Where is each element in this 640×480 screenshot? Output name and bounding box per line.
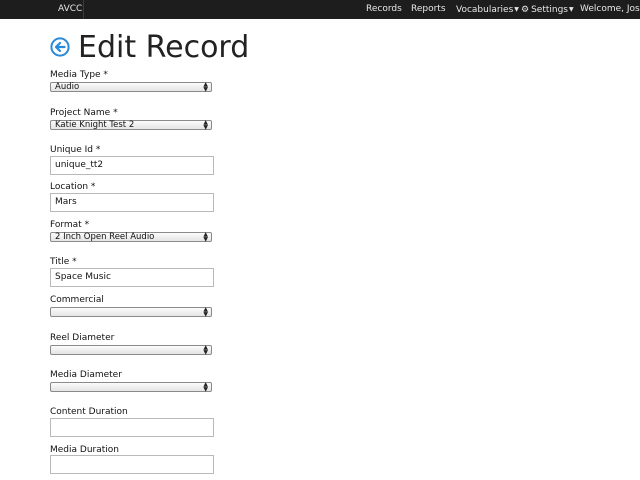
content-duration-input[interactable] (50, 418, 214, 437)
nav-reports[interactable]: Reports (411, 0, 446, 19)
title-input[interactable]: Space Music (50, 268, 214, 287)
unique-id-input[interactable]: unique_tt2 (50, 156, 214, 175)
media-diameter-label: Media Diameter (50, 370, 122, 380)
format-value: 2 Inch Open Reel Audio (55, 232, 155, 242)
unique-id-label: Unique Id * (50, 145, 101, 155)
nav-records[interactable]: Records (366, 0, 402, 19)
location-input[interactable]: Mars (50, 193, 214, 212)
select-arrows-icon: ▲ ▼ (203, 119, 208, 131)
project-name-select[interactable]: Katie Knight Test 2 ▲ ▼ (50, 119, 212, 131)
media-type-label: Media Type * (50, 70, 108, 80)
media-diameter-select[interactable]: ▲ ▼ (50, 381, 212, 393)
select-arrows-icon: ▲ ▼ (203, 231, 208, 243)
gear-icon: ⚙ (521, 5, 530, 15)
nav-welcome-user[interactable]: Welcome, Josh R (580, 0, 640, 19)
nav-settings-label: Settings (531, 5, 568, 15)
select-arrows-icon: ▲ ▼ (203, 381, 208, 393)
reel-diameter-select[interactable]: ▲ ▼ (50, 344, 212, 356)
select-arrows-icon: ▲ ▼ (203, 81, 208, 93)
location-label: Location * (50, 182, 96, 192)
media-type-select[interactable]: Audio ▲ ▼ (50, 81, 212, 93)
nav-settings[interactable]: ⚙ Settings▼ (521, 0, 574, 19)
commercial-select[interactable]: ▲ ▼ (50, 306, 212, 318)
content-duration-label: Content Duration (50, 407, 128, 417)
select-arrows-icon: ▲ ▼ (203, 306, 208, 318)
project-name-value: Katie Knight Test 2 (55, 120, 135, 130)
commercial-label: Commercial (50, 295, 104, 305)
media-type-value: Audio (55, 82, 80, 92)
circle-arrow-left-icon[interactable] (50, 37, 70, 57)
page-title: Edit Record (78, 30, 250, 65)
brand-logo[interactable]: AVCC (0, 0, 84, 19)
select-arrows-icon: ▲ ▼ (203, 344, 208, 356)
project-name-label: Project Name * (50, 108, 118, 118)
caret-down-icon: ▼ (514, 6, 519, 13)
nav-vocabularies[interactable]: Vocabularies▼ (456, 0, 519, 19)
reel-diameter-label: Reel Diameter (50, 333, 115, 343)
media-duration-input[interactable] (50, 455, 214, 474)
caret-down-icon: ▼ (569, 6, 574, 13)
top-navbar: AVCC Records Reports Vocabularies▼ ⚙ Sett… (0, 0, 640, 19)
nav-vocabularies-label: Vocabularies (456, 5, 514, 15)
title-label: Title * (50, 257, 77, 267)
format-select[interactable]: 2 Inch Open Reel Audio ▲ ▼ (50, 231, 212, 243)
format-label: Format * (50, 220, 90, 230)
